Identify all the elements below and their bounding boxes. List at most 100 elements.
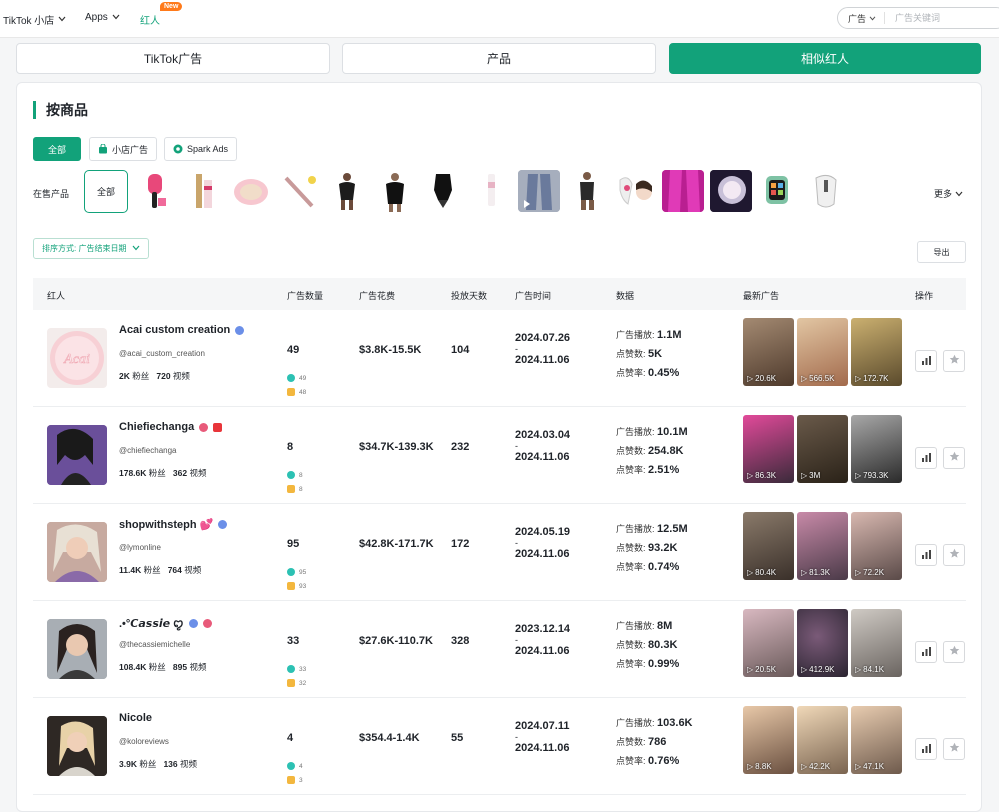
shopping-bag-icon xyxy=(287,485,295,493)
ad-date-range: 2024.03.04 - 2024.11.06 xyxy=(515,429,571,463)
shop-ads-count: 8 xyxy=(287,485,303,493)
export-button[interactable]: 导出 xyxy=(917,241,966,263)
ad-video-thumbnail[interactable]: ▷ 42.2K xyxy=(797,706,848,774)
play-icon: ▷ xyxy=(747,568,754,577)
spark-ads-count: 49 xyxy=(287,374,306,382)
new-badge: New xyxy=(160,2,183,11)
ad-days: 232 xyxy=(451,441,470,453)
sort-select[interactable]: 排序方式: 广告结束日期 xyxy=(33,238,150,259)
avatar[interactable]: Acai xyxy=(47,328,107,388)
ad-video-thumbnail[interactable]: ▷ 84.1K xyxy=(851,609,902,677)
search-type-select[interactable]: 广告 xyxy=(838,12,886,24)
nav-influencers[interactable]: 红人 xyxy=(140,12,160,27)
product-thumbnail[interactable] xyxy=(134,170,176,212)
influencer-name[interactable]: .•°𝘾𝙖𝙨𝙨𝙞𝙚 ꨄ xyxy=(119,615,212,631)
product-thumbnail[interactable] xyxy=(758,170,800,212)
influencer-name[interactable]: Nicole xyxy=(119,712,152,724)
product-thumbnail[interactable] xyxy=(422,170,464,212)
product-thumbnail[interactable] xyxy=(566,170,608,212)
ad-video-thumbnail[interactable]: ▷ 20.5K xyxy=(743,609,794,677)
filter-spark-ads-button[interactable]: Spark Ads xyxy=(164,137,238,161)
product-thumbnail[interactable] xyxy=(710,170,752,212)
spark-ads-count: 4 xyxy=(287,762,303,770)
product-thumbnail[interactable] xyxy=(278,170,320,212)
product-thumbnail[interactable] xyxy=(182,170,224,212)
star-icon xyxy=(949,643,960,661)
ad-date-range: 2024.07.11 - 2024.11.06 xyxy=(515,720,570,754)
favorite-button[interactable] xyxy=(943,544,965,566)
table-row: Nicole @koloreviews 3.9K 粉丝 136 视频 4 4 3… xyxy=(33,698,966,795)
ad-video-thumbnail[interactable]: ▷ 412.9K xyxy=(797,609,848,677)
favorite-button[interactable] xyxy=(943,447,965,469)
ad-video-thumbnail[interactable]: ▷ 80.4K xyxy=(743,512,794,580)
product-thumbnail[interactable] xyxy=(470,170,512,212)
more-products-button[interactable]: 更多 xyxy=(934,187,963,200)
table-row: .•°𝘾𝙖𝙨𝙨𝙞𝙚 ꨄ @thecassiemichelle 108.4K 粉丝… xyxy=(33,601,966,698)
header-ad-count: 广告数量 xyxy=(287,291,324,301)
influencer-name[interactable]: shopwithsteph 💕 xyxy=(119,518,228,531)
bar-chart-icon xyxy=(921,449,932,467)
analytics-button[interactable] xyxy=(915,641,937,663)
avatar[interactable] xyxy=(47,619,107,679)
ad-video-thumbnail[interactable]: ▷ 81.3K xyxy=(797,512,848,580)
header-latest-ads: 最新广告 xyxy=(743,291,780,301)
product-thumbnail[interactable] xyxy=(806,170,848,212)
star-icon xyxy=(949,546,960,564)
platform-icon xyxy=(218,520,228,529)
tab-similar-influencers[interactable]: 相似红人 xyxy=(669,43,981,74)
favorite-button[interactable] xyxy=(943,350,965,372)
product-all-button[interactable]: 全部 xyxy=(84,170,128,213)
spark-icon xyxy=(287,568,295,576)
ad-video-thumbnail[interactable]: ▷ 793.3K xyxy=(851,415,902,483)
influencer-name[interactable]: Acai custom creation xyxy=(119,324,245,336)
product-thumbnail[interactable] xyxy=(374,170,416,212)
ad-metrics: 广告播放: 8M 点赞数: 80.3K 点赞率: 0.99% xyxy=(616,620,680,670)
product-thumbnail[interactable] xyxy=(662,170,704,212)
play-icon: ▷ xyxy=(801,568,808,577)
table-row: Chiefiechanga @chiefiechanga 178.6K 粉丝 3… xyxy=(33,407,966,504)
header-days: 投放天数 xyxy=(451,291,488,301)
play-icon: ▷ xyxy=(801,471,808,480)
nav-tiktok-shop[interactable]: TikTok 小店 xyxy=(3,12,66,27)
analytics-button[interactable] xyxy=(915,738,937,760)
product-thumbnail[interactable] xyxy=(230,170,272,212)
tab-tiktok-ads[interactable]: TikTok广告 xyxy=(16,43,330,74)
chevron-down-icon xyxy=(112,13,120,22)
latest-ads: ▷ 8.8K ▷ 42.2K ▷ 47.1K xyxy=(743,706,902,774)
tab-products[interactable]: 产品 xyxy=(342,43,656,74)
top-navigation: TikTok 小店 Apps 红人 New 广告 xyxy=(0,0,999,38)
influencer-stats: 3.9K 粉丝 136 视频 xyxy=(119,759,198,769)
product-thumbnail[interactable] xyxy=(614,170,656,212)
ad-video-thumbnail[interactable]: ▷ 8.8K xyxy=(743,706,794,774)
influencer-handle: @koloreviews xyxy=(119,737,169,746)
influencer-name[interactable]: Chiefiechanga xyxy=(119,421,223,433)
analytics-button[interactable] xyxy=(915,447,937,469)
favorite-button[interactable] xyxy=(943,738,965,760)
ad-video-thumbnail[interactable]: ▷ 172.7K xyxy=(851,318,902,386)
product-thumbnail[interactable] xyxy=(326,170,368,212)
filter-shop-ads-button[interactable]: 小店广告 xyxy=(89,137,158,161)
avatar[interactable] xyxy=(47,522,107,582)
ad-video-thumbnail[interactable]: ▷ 3M xyxy=(797,415,848,483)
search-input[interactable] xyxy=(885,13,986,23)
spark-icon xyxy=(287,374,295,382)
avatar[interactable] xyxy=(47,716,107,776)
favorite-button[interactable] xyxy=(943,641,965,663)
ad-video-thumbnail[interactable]: ▷ 72.2K xyxy=(851,512,902,580)
analytics-button[interactable] xyxy=(915,350,937,372)
avatar[interactable] xyxy=(47,425,107,485)
ad-video-thumbnail[interactable]: ▷ 20.6K xyxy=(743,318,794,386)
ad-metrics: 广告播放: 12.5M 点赞数: 93.2K 点赞率: 0.74% xyxy=(616,523,688,573)
ad-metrics: 广告播放: 1.1M 点赞数: 5K 点赞率: 0.45% xyxy=(616,329,682,379)
ad-days: 55 xyxy=(451,732,464,744)
nav-apps[interactable]: Apps xyxy=(85,12,120,23)
filter-all-button[interactable]: 全部 xyxy=(33,137,81,161)
header-influencer: 红人 xyxy=(47,291,66,301)
product-thumbnail[interactable] xyxy=(518,170,560,212)
ad-count: 49 xyxy=(287,344,300,356)
latest-ads: ▷ 86.3K ▷ 3M ▷ 793.3K xyxy=(743,415,902,483)
ad-video-thumbnail[interactable]: ▷ 86.3K xyxy=(743,415,794,483)
analytics-button[interactable] xyxy=(915,544,937,566)
ad-video-thumbnail[interactable]: ▷ 566.5K xyxy=(797,318,848,386)
ad-video-thumbnail[interactable]: ▷ 47.1K xyxy=(851,706,902,774)
